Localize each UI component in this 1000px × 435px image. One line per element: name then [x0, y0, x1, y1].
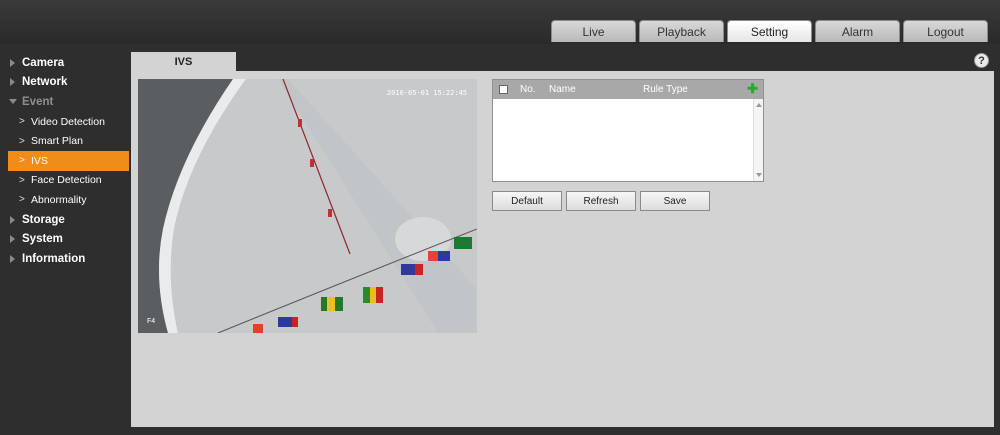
content-panel: IVS ? 2016-05-01 15:22:45 F4 No. Name Ru…: [131, 44, 994, 427]
chevron-right-icon: >: [19, 116, 25, 128]
tab-playback[interactable]: Playback: [639, 20, 724, 42]
top-bar: Live Playback Setting Alarm Logout: [0, 0, 1000, 44]
camera-scene-image: [138, 79, 477, 333]
sidebar-item-label: Event: [22, 95, 54, 108]
tab-alarm[interactable]: Alarm: [815, 20, 900, 42]
tab-setting[interactable]: Setting: [727, 20, 812, 42]
column-header-name: Name: [549, 84, 576, 95]
scroll-up-icon[interactable]: [756, 103, 762, 107]
rule-table-scrollbar[interactable]: [753, 99, 763, 181]
sidebar: Camera Network Event > Video Detection > Smart…: [0, 44, 131, 435]
chevron-right-icon: >: [19, 155, 25, 167]
sidebar-item-label: System: [22, 233, 63, 246]
chevron-right-icon: >: [19, 194, 25, 206]
add-rule-icon[interactable]: ✚: [747, 82, 758, 95]
sidebar-item-label: Abnormality: [31, 193, 87, 206]
save-button[interactable]: Save: [640, 191, 710, 211]
video-channel-label: F4: [147, 318, 156, 325]
triangle-right-icon: [10, 58, 15, 67]
select-all-checkbox[interactable]: [499, 85, 508, 94]
triangle-down-icon: [9, 99, 17, 105]
triangle-right-icon: [10, 235, 15, 244]
page-tab-ivs: IVS: [131, 52, 236, 71]
sidebar-item-face-detection[interactable]: > Face Detection: [0, 171, 131, 191]
tab-logout[interactable]: Logout: [903, 20, 988, 42]
sidebar-item-label: IVS: [31, 154, 48, 167]
sidebar-item-abnormality[interactable]: > Abnormality: [0, 190, 131, 210]
sidebar-item-ivs[interactable]: > IVS: [8, 150, 129, 171]
sidebar-item-label: Information: [22, 252, 86, 265]
column-header-rule-type: Rule Type: [643, 84, 688, 95]
rule-table: No. Name Rule Type ✚: [492, 79, 764, 182]
sidebar-item-smart-plan[interactable]: > Smart Plan: [0, 131, 131, 151]
sidebar-item-label: Video Detection: [31, 115, 105, 128]
content-header: IVS ?: [131, 44, 994, 71]
scroll-down-icon[interactable]: [756, 173, 762, 177]
sidebar-item-system[interactable]: System: [0, 229, 131, 249]
sidebar-item-label: Storage: [22, 213, 65, 226]
column-header-no: No.: [520, 84, 536, 95]
help-icon[interactable]: ?: [974, 53, 989, 68]
sidebar-item-label: Smart Plan: [31, 135, 83, 148]
sidebar-item-storage[interactable]: Storage: [0, 210, 131, 230]
sidebar-item-label: Face Detection: [31, 174, 102, 187]
app-window: Live Playback Setting Alarm Logout Camera Net…: [0, 0, 1000, 435]
video-timestamp: 2016-05-01 15:22:45: [386, 89, 467, 97]
triangle-right-icon: [10, 78, 15, 87]
triangle-right-icon: [10, 254, 15, 263]
sidebar-item-label: Camera: [22, 56, 65, 69]
default-button[interactable]: Default: [492, 191, 562, 211]
rule-table-header: No. Name Rule Type ✚: [493, 80, 763, 99]
refresh-button[interactable]: Refresh: [566, 191, 636, 211]
tab-live[interactable]: Live: [551, 20, 636, 42]
sidebar-item-video-detection[interactable]: > Video Detection: [0, 112, 131, 132]
live-video-preview[interactable]: 2016-05-01 15:22:45 F4: [138, 79, 477, 333]
action-buttons: Default Refresh Save: [492, 191, 710, 211]
sidebar-item-label: Network: [22, 76, 68, 89]
sidebar-item-network[interactable]: Network: [0, 73, 131, 93]
chevron-right-icon: >: [19, 174, 25, 186]
sidebar-item-information[interactable]: Information: [0, 249, 131, 269]
sidebar-item-camera[interactable]: Camera: [0, 53, 131, 73]
chevron-right-icon: >: [19, 135, 25, 147]
sidebar-item-event[interactable]: Event: [0, 92, 131, 112]
rule-table-body: [493, 99, 763, 181]
main-nav: Live Playback Setting Alarm Logout: [551, 20, 988, 42]
triangle-right-icon: [10, 215, 15, 224]
